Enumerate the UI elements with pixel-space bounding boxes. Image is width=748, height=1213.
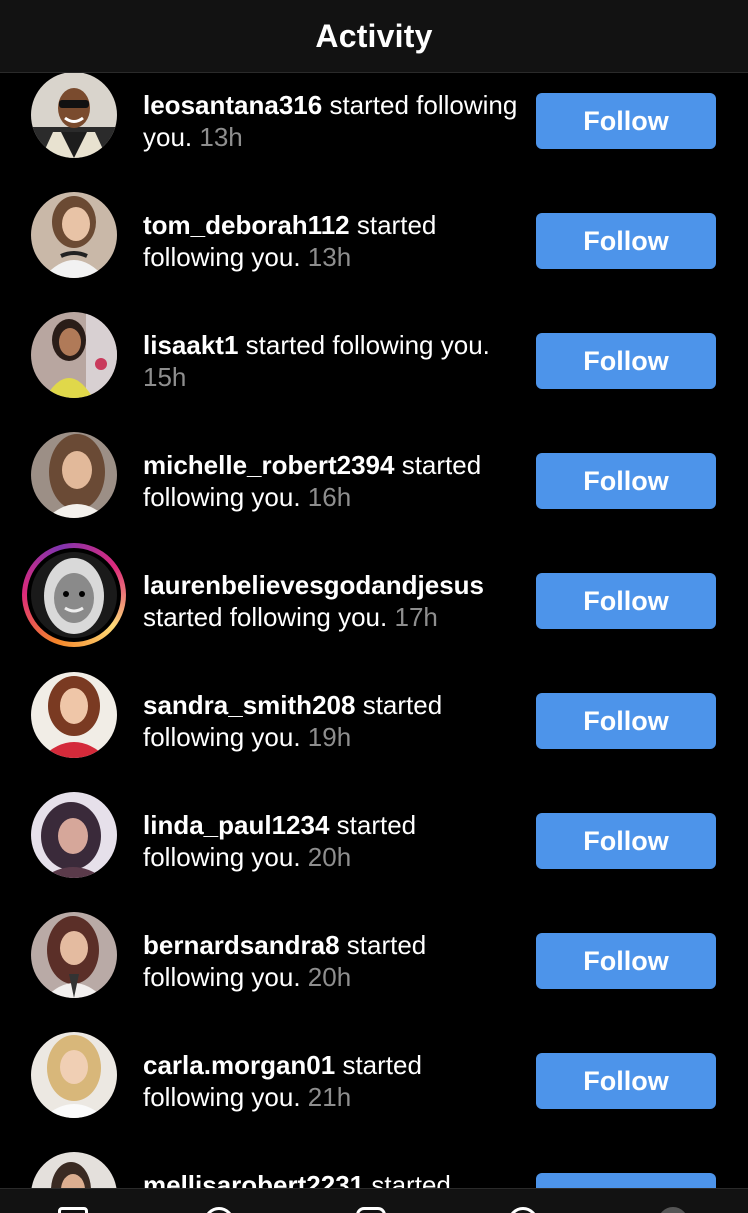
add-post-icon[interactable] bbox=[356, 1207, 386, 1213]
bottom-tab-bar bbox=[0, 1188, 748, 1213]
profile-icon[interactable] bbox=[658, 1207, 688, 1213]
activity-item: laurenbelievesgodandjesus started follow… bbox=[0, 493, 748, 647]
username-link[interactable]: lisaakt1 bbox=[143, 330, 238, 360]
avatar[interactable] bbox=[31, 1152, 117, 1188]
username-link[interactable]: laurenbelievesgodandjesus bbox=[143, 570, 484, 600]
home-icon[interactable] bbox=[58, 1207, 88, 1213]
username-link[interactable]: linda_paul1234 bbox=[143, 810, 329, 840]
username-link[interactable]: tom_deborah112 bbox=[143, 210, 350, 240]
activity-item: lisaakt1 started following you. 15h Foll… bbox=[0, 253, 748, 398]
activity-item: bernardsandra8 started following you. 20… bbox=[0, 853, 748, 998]
username-link[interactable]: bernardsandra8 bbox=[143, 930, 340, 960]
activity-item: mellisarobert2231 started following you.… bbox=[0, 1093, 748, 1188]
username-link[interactable]: mellisarobert2231 bbox=[143, 1170, 364, 1188]
username-link[interactable]: sandra_smith208 bbox=[143, 690, 355, 720]
activity-item: sandra_smith208 started following you. 1… bbox=[0, 613, 748, 758]
activity-action: started following you. bbox=[245, 330, 490, 360]
activity-item: leosantana316 started following you. 13h… bbox=[0, 73, 748, 158]
activity-text: mellisarobert2231 started following you. bbox=[143, 1169, 518, 1188]
username-link[interactable]: carla.morgan01 bbox=[143, 1050, 335, 1080]
activity-item: linda_paul1234 started following you. 20… bbox=[0, 733, 748, 878]
activity-item: michelle_robert2394 started following yo… bbox=[0, 373, 748, 518]
activity-feed[interactable]: leosantana316 started following you. 13h… bbox=[0, 73, 748, 1188]
header-bar: Activity bbox=[0, 0, 748, 73]
username-link[interactable]: michelle_robert2394 bbox=[143, 450, 394, 480]
activity-item: tom_deborah112 started following you. 13… bbox=[0, 133, 748, 278]
activity-item: carla.morgan01 started following you. 21… bbox=[0, 973, 748, 1118]
activity-icon[interactable] bbox=[508, 1207, 538, 1213]
page-title: Activity bbox=[315, 17, 433, 54]
username-link[interactable]: leosantana316 bbox=[143, 90, 322, 120]
follow-button[interactable]: Follow bbox=[536, 1173, 716, 1188]
search-icon[interactable] bbox=[204, 1207, 234, 1213]
